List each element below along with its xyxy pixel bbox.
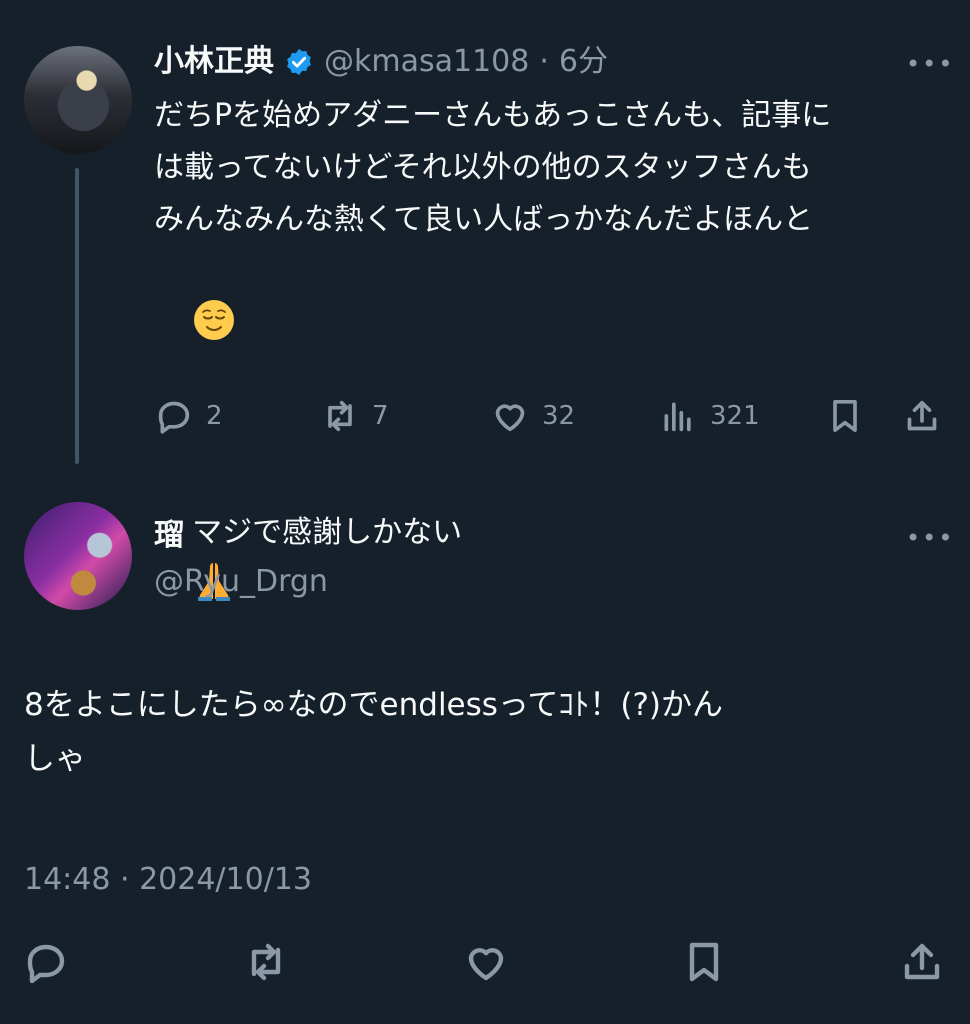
tweet-text: 8をよこにしたら∞なのでendlessってｺﾄ！(?)かん しゃ	[24, 678, 954, 786]
views-button[interactable]: 321	[658, 396, 760, 436]
avatar[interactable]	[24, 46, 132, 154]
reply-icon	[158, 401, 190, 434]
like-button[interactable]	[462, 938, 510, 990]
reply-button[interactable]	[22, 938, 70, 990]
share-icon	[907, 400, 937, 431]
share-button[interactable]	[898, 938, 946, 990]
bookmark-icon	[689, 942, 719, 982]
tweet-text-line: マジで感謝しかない	[154, 455, 954, 664]
tweet-text-line	[154, 246, 954, 403]
retweet-button[interactable]: 7	[320, 396, 389, 436]
tweet-timestamp[interactable]: 14:48 · 2024/10/13	[24, 860, 312, 900]
bookmark-button[interactable]	[680, 938, 728, 990]
like-count: 32	[542, 401, 576, 431]
bookmark-button[interactable]	[825, 396, 865, 436]
retweet-icon	[251, 943, 281, 981]
relieved-face-emoji-icon	[194, 300, 235, 340]
like-button[interactable]: 32	[490, 396, 575, 436]
tweet-header: 小林正典 @kmasa1108 · 6分	[154, 42, 608, 82]
tweet-text-line: みんなみんな熱くて良い人ばっかなんだよほんと	[154, 202, 814, 237]
retweet-count: 7	[372, 401, 389, 431]
share-icon	[904, 943, 940, 980]
reply-count: 2	[206, 401, 223, 431]
more-options-icon[interactable]: •••	[906, 524, 954, 552]
tweet-text-line5: マジで感謝しかない	[192, 515, 463, 550]
author-name[interactable]: 瑠	[154, 516, 184, 556]
views-icon	[664, 402, 691, 432]
author-name[interactable]: 小林正典	[154, 42, 274, 82]
heart-icon	[468, 948, 504, 981]
tweet-text-line: しゃ	[24, 741, 86, 777]
heart-icon	[495, 404, 525, 432]
share-button[interactable]	[902, 396, 942, 436]
view-count: 321	[710, 401, 760, 431]
reply-icon	[27, 944, 65, 984]
thread-connector-line	[75, 168, 79, 464]
tweet-text-line: 8をよこにしたら∞なのでendlessってｺﾄ！(?)かん	[24, 687, 724, 723]
author-handle[interactable]: @Ryu_Drgn	[154, 562, 328, 602]
more-options-icon[interactable]: •••	[906, 50, 954, 78]
bookmark-icon	[833, 400, 857, 432]
verified-badge-icon	[287, 48, 311, 76]
tweet-text-line: は載ってないけどそれ以外の他のスタッフさんも	[154, 150, 812, 185]
author-handle[interactable]: @kmasa1108	[324, 42, 529, 82]
reply-button[interactable]: 2	[154, 396, 223, 436]
retweet-button[interactable]	[242, 938, 290, 990]
avatar[interactable]	[24, 502, 132, 610]
retweet-icon	[328, 400, 352, 432]
separator-dot: ·	[539, 44, 549, 79]
tweet-text-line: だちPを始めアダニーさんもあっこさんも、記事に	[154, 98, 832, 133]
tweet-time[interactable]: 6分	[559, 42, 608, 82]
